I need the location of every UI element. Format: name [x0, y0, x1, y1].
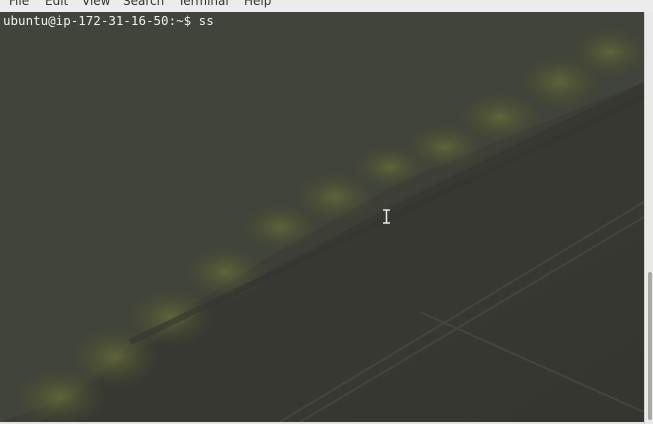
vertical-scrollbar[interactable]	[644, 12, 653, 424]
menu-file[interactable]: File	[9, 0, 29, 9]
terminal-background-image	[0, 12, 644, 422]
terminal-view[interactable]: ubuntu@ip-172-31-16-50:~$ ss	[0, 12, 644, 422]
typed-command: ss	[198, 13, 214, 28]
text-cursor-ibeam-icon	[383, 209, 390, 224]
menu-search[interactable]: Search	[123, 0, 164, 9]
menu-help[interactable]: Help	[244, 0, 271, 9]
shell-prompt: ubuntu@ip-172-31-16-50:~$	[3, 13, 199, 28]
terminal-line: ubuntu@ip-172-31-16-50:~$ ss	[3, 13, 214, 29]
menu-edit[interactable]: Edit	[45, 0, 68, 9]
menu-bar: File Edit View Search Terminal Help	[0, 0, 653, 12]
menu-terminal[interactable]: Terminal	[178, 0, 229, 9]
scrollbar-thumb[interactable]	[648, 272, 652, 420]
menu-view[interactable]: View	[82, 0, 110, 9]
